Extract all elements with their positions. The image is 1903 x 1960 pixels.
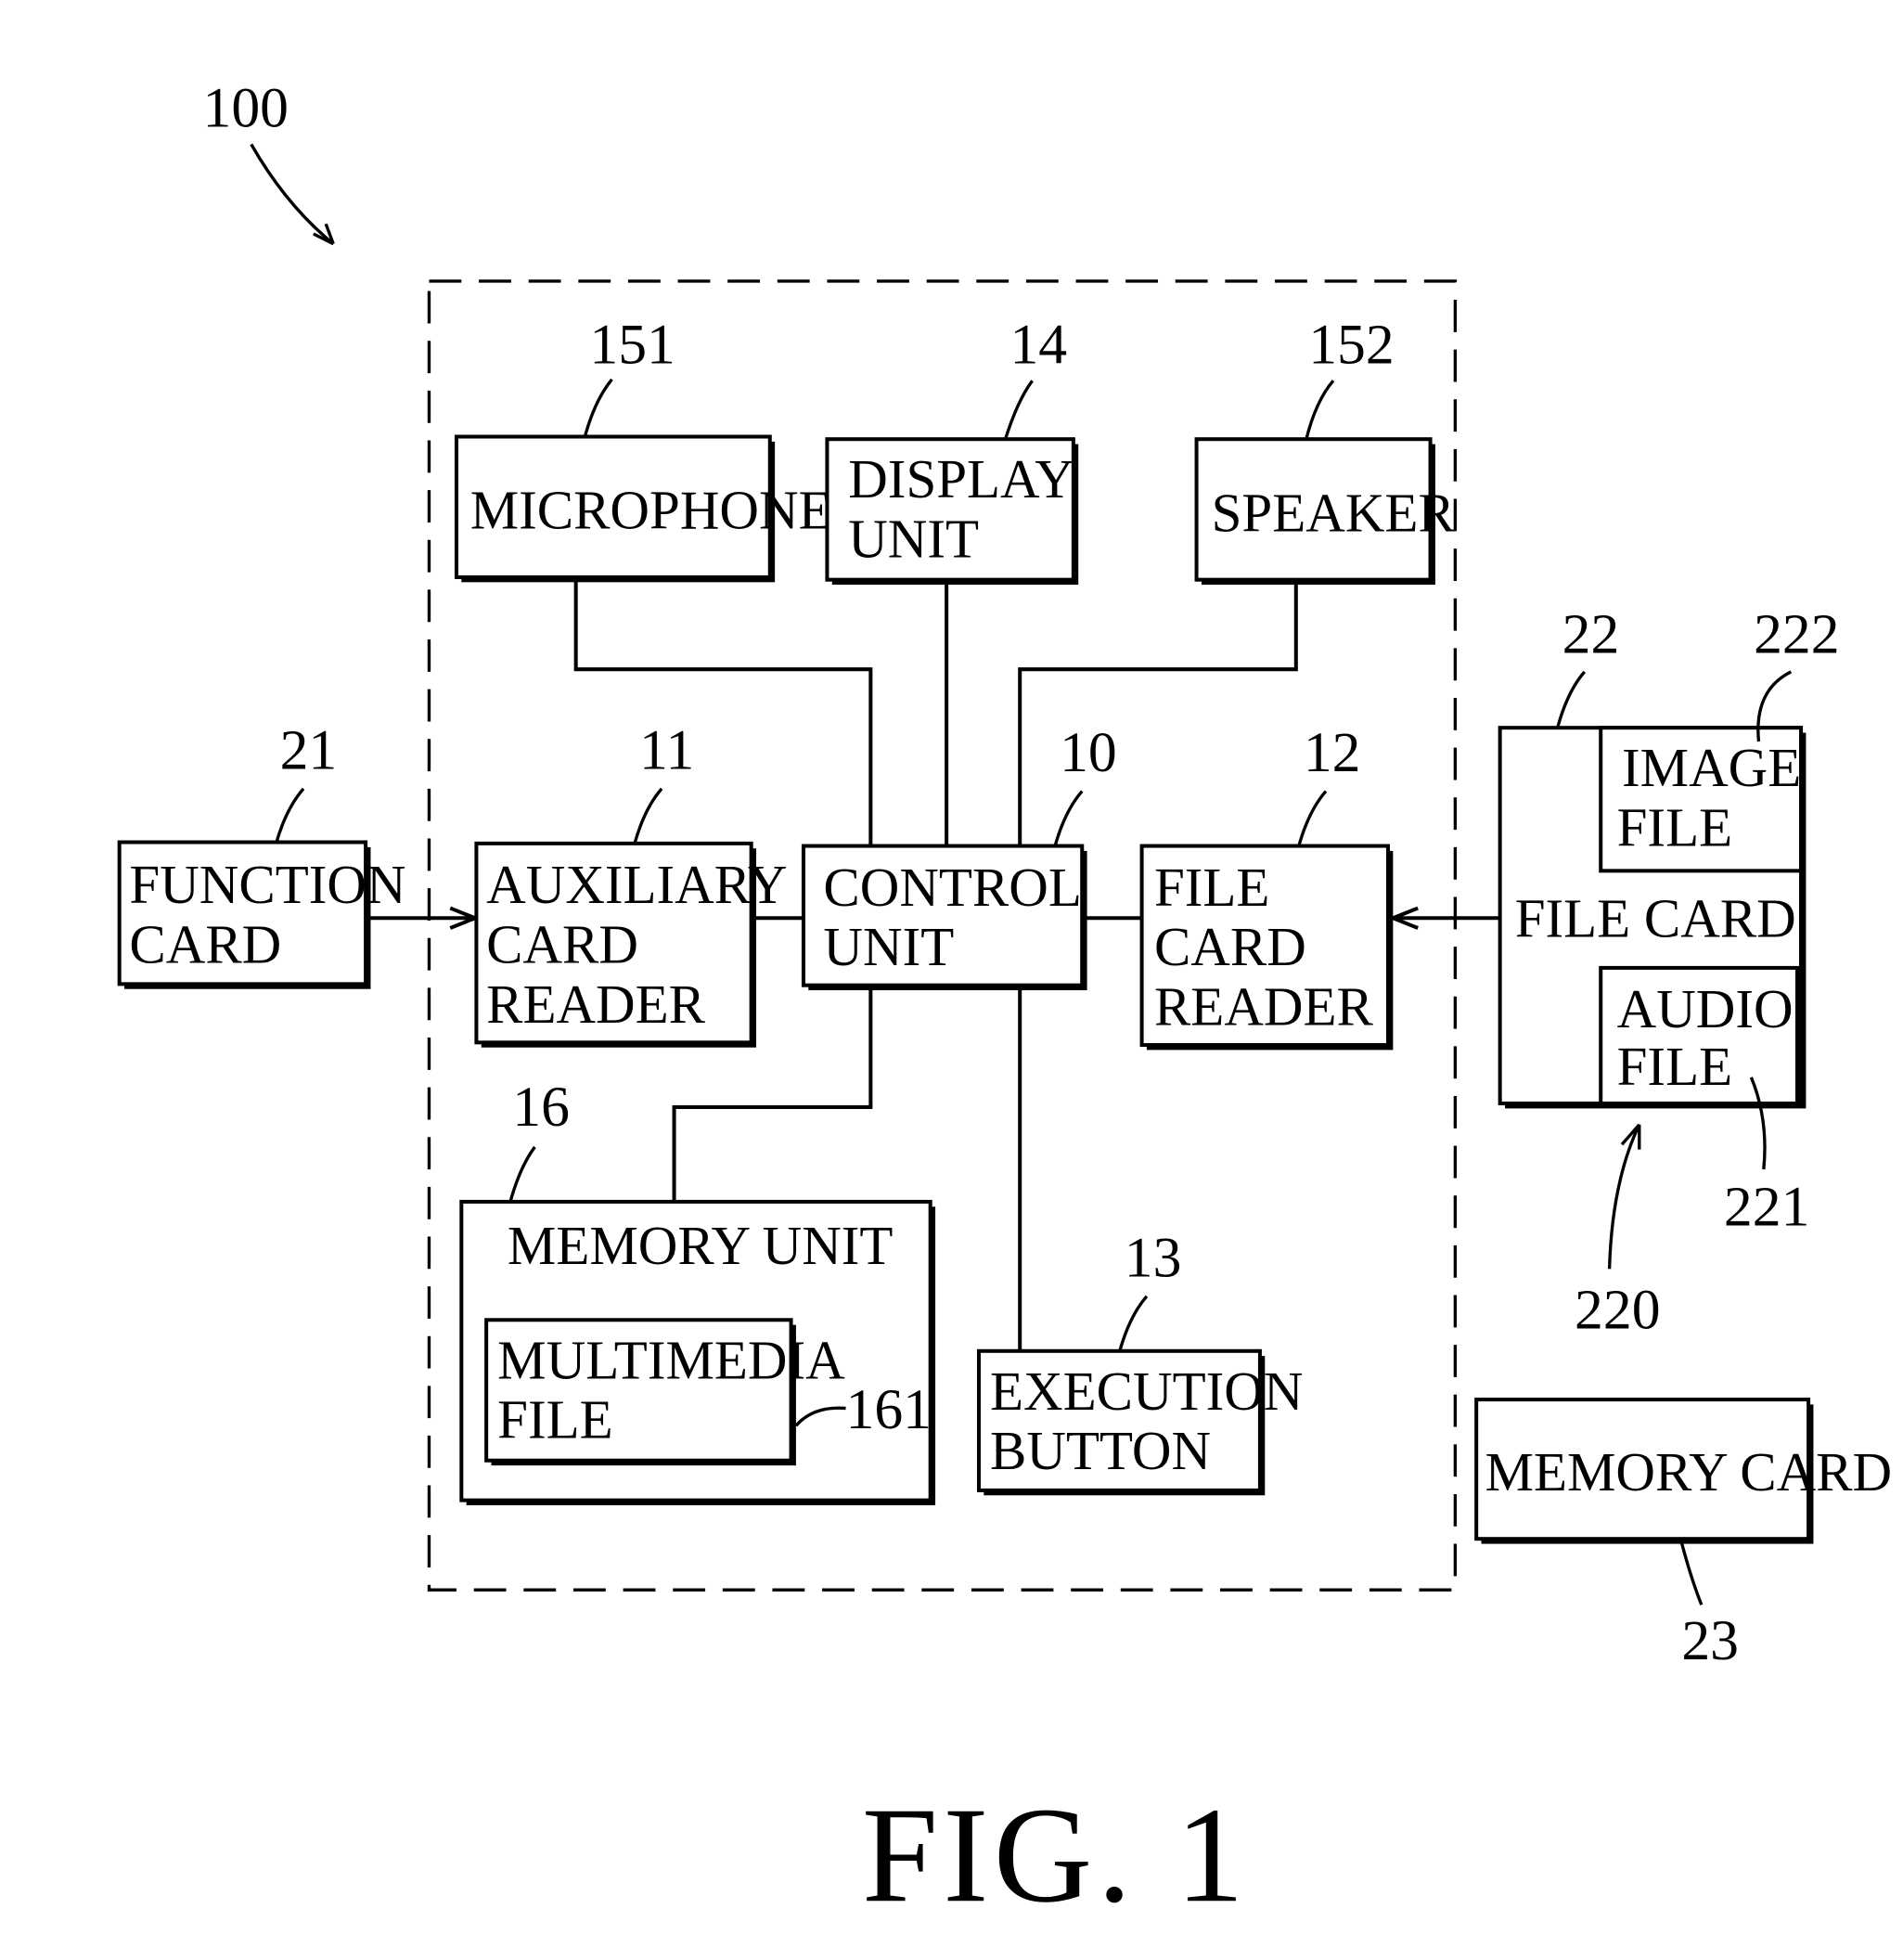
ref-23: 23 xyxy=(1681,1609,1739,1672)
ref-22: 22 xyxy=(1562,603,1620,666)
arrow-220 xyxy=(1607,1124,1641,1270)
leader-12 xyxy=(1296,790,1328,848)
leader-14 xyxy=(1003,380,1034,442)
connector-microphone-control xyxy=(573,579,873,846)
svg-text:MULTIMEDIA: MULTIMEDIA xyxy=(497,1329,845,1390)
system-arrow xyxy=(250,143,335,246)
control-unit-block: CONTROL UNIT xyxy=(801,844,1087,991)
microphone-block: MICROPHONE xyxy=(454,434,832,583)
ref-11: 11 xyxy=(639,718,694,781)
function-card-block: FUNCTION CARD xyxy=(117,840,406,989)
connector-speaker-control xyxy=(1018,582,1298,846)
leader-21 xyxy=(274,787,305,845)
ref-12: 12 xyxy=(1304,721,1361,784)
ref-152: 152 xyxy=(1308,313,1394,376)
svg-text:MEMORY UNIT: MEMORY UNIT xyxy=(508,1215,894,1276)
svg-text:FILE: FILE xyxy=(1617,1036,1732,1097)
svg-text:MICROPHONE: MICROPHONE xyxy=(470,480,832,541)
ref-221: 221 xyxy=(1724,1175,1809,1238)
svg-text:CARD: CARD xyxy=(486,914,638,975)
block-diagram: 100 MICROPHONE 151 DISPLAY UNIT 14 SPEAK… xyxy=(117,77,1893,1930)
memory-card-block: MEMORY CARD xyxy=(1474,1398,1893,1544)
leader-152 xyxy=(1304,380,1335,441)
svg-text:EXECUTION: EXECUTION xyxy=(990,1360,1303,1422)
ref-161: 161 xyxy=(846,1378,932,1441)
execution-button-block: EXECUTION BUTTON xyxy=(976,1348,1303,1496)
svg-text:UNIT: UNIT xyxy=(823,916,954,977)
ref-220: 220 xyxy=(1575,1279,1660,1342)
svg-text:AUXILIARY: AUXILIARY xyxy=(486,854,787,915)
svg-text:UNIT: UNIT xyxy=(848,509,979,570)
speaker-block: SPEAKER xyxy=(1194,437,1456,586)
svg-text:CONTROL: CONTROL xyxy=(823,857,1081,918)
ref-100: 100 xyxy=(203,77,289,140)
svg-text:FILE: FILE xyxy=(1154,857,1269,918)
ref-222: 222 xyxy=(1754,603,1839,666)
leader-13 xyxy=(1117,1295,1149,1353)
display-unit-block: DISPLAY UNIT xyxy=(825,437,1079,586)
figure-title: FIG. 1 xyxy=(862,1779,1249,1930)
svg-text:FILE: FILE xyxy=(1617,797,1732,858)
leader-151 xyxy=(583,378,613,439)
svg-text:MEMORY CARD: MEMORY CARD xyxy=(1485,1441,1893,1502)
svg-text:BUTTON: BUTTON xyxy=(990,1420,1211,1481)
svg-text:DISPLAY: DISPLAY xyxy=(848,448,1074,509)
leader-10 xyxy=(1053,790,1084,848)
ref-21: 21 xyxy=(280,718,338,781)
svg-text:READER: READER xyxy=(1154,976,1374,1038)
multimedia-file-block: MULTIMEDIA FILE xyxy=(484,1318,845,1466)
leader-11 xyxy=(633,787,663,845)
leader-23 xyxy=(1679,1541,1704,1605)
svg-text:FILE: FILE xyxy=(497,1389,612,1451)
audio-file-block: AUDIO FILE xyxy=(1599,965,1800,1106)
svg-text:FILE CARD: FILE CARD xyxy=(1515,887,1796,948)
ref-14: 14 xyxy=(1009,313,1067,376)
leader-22 xyxy=(1555,670,1587,729)
svg-text:READER: READER xyxy=(486,974,706,1035)
svg-text:IMAGE: IMAGE xyxy=(1622,737,1801,798)
svg-text:CARD: CARD xyxy=(129,914,281,975)
svg-text:CARD: CARD xyxy=(1154,916,1306,977)
leader-16 xyxy=(508,1145,536,1204)
svg-text:AUDIO: AUDIO xyxy=(1617,978,1794,1039)
svg-text:SPEAKER: SPEAKER xyxy=(1212,482,1456,543)
ref-151: 151 xyxy=(589,313,675,376)
ref-13: 13 xyxy=(1125,1226,1182,1289)
ref-10: 10 xyxy=(1060,721,1117,784)
auxiliary-card-reader-block: AUXILIARY CARD READER xyxy=(474,841,787,1048)
file-card-reader-block: FILE CARD READER xyxy=(1139,844,1394,1051)
ref-16: 16 xyxy=(512,1076,570,1139)
image-file-block: IMAGE FILE xyxy=(1599,726,1804,873)
svg-text:FUNCTION: FUNCTION xyxy=(129,854,405,915)
